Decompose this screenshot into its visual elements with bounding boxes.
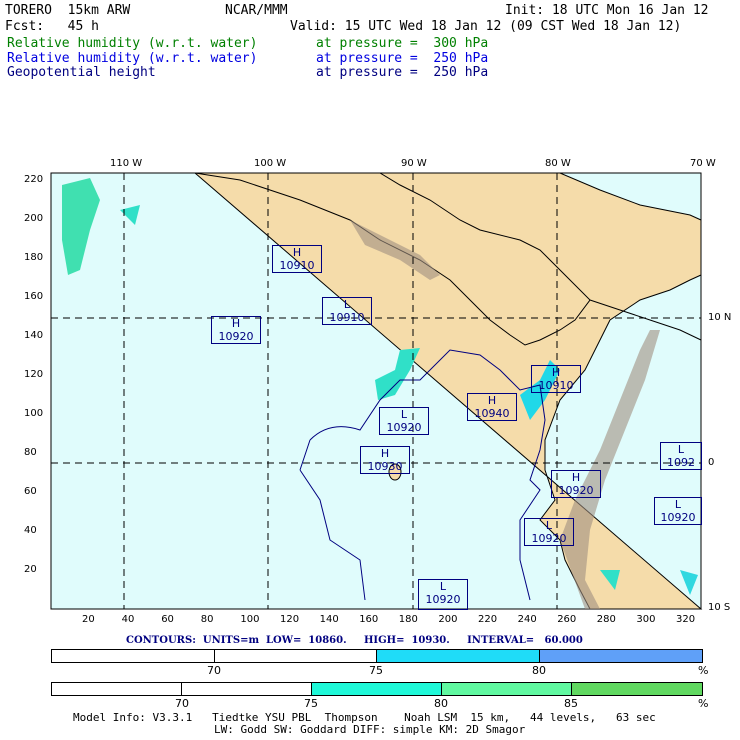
x-tick-label: 40	[121, 614, 135, 625]
rh250-colorbar	[51, 649, 703, 663]
bar-label: 85	[564, 697, 578, 710]
lon-label: 100 W	[254, 158, 287, 169]
x-tick-label: 200	[438, 614, 458, 625]
center-marker: H 10920	[551, 470, 601, 498]
center-type: L	[400, 408, 408, 421]
center-marker: H 10920	[211, 316, 261, 344]
lon-label: 80 W	[545, 158, 571, 169]
center-marker: L 10910	[322, 297, 372, 325]
x-tick-label: 300	[636, 614, 656, 625]
bar-label: %	[698, 697, 709, 710]
center-value: 10920	[531, 532, 567, 545]
lat-label: 10 S	[708, 602, 731, 613]
center-type: H	[571, 471, 581, 484]
center-value: 10910	[538, 379, 574, 392]
x-tick-label: 140	[319, 614, 339, 625]
bar-label: 70	[207, 664, 221, 677]
map-plot	[50, 172, 703, 610]
x-tick-label: 100	[240, 614, 260, 625]
center-value: 10920	[386, 421, 422, 434]
x-tick-label: 160	[359, 614, 379, 625]
rh300-colorbar	[51, 682, 703, 696]
y-tick-label: 200	[24, 213, 44, 224]
x-tick-label: 20	[82, 614, 95, 625]
y-tick-label: 160	[24, 291, 44, 302]
center-marker: H 10930	[360, 446, 410, 474]
center-value: 10920	[425, 593, 461, 606]
bar-segment	[214, 650, 377, 662]
center-type: L	[677, 443, 685, 456]
bar-segment	[572, 683, 702, 695]
y-tick-label: 100	[24, 408, 44, 419]
y-tick-label: 140	[24, 330, 44, 341]
y-tick-label: 60	[24, 486, 37, 497]
bar-segment	[52, 683, 182, 695]
y-tick-label: 220	[24, 174, 44, 185]
x-tick-label: 240	[517, 614, 537, 625]
center-value: 10920	[660, 511, 696, 524]
bar-label: 75	[369, 664, 383, 677]
y-tick-label: 180	[24, 252, 44, 263]
center-value: 10910	[329, 311, 365, 324]
x-tick-label: 260	[557, 614, 577, 625]
lon-label: 70 W	[690, 158, 716, 169]
center-value: 1092	[667, 456, 695, 469]
bar-label: %	[698, 664, 709, 677]
bar-segment	[312, 683, 442, 695]
x-tick-label: 220	[478, 614, 498, 625]
center-type: H	[231, 317, 241, 330]
y-tick-label: 80	[24, 447, 37, 458]
lon-label: 110 W	[110, 158, 143, 169]
bar-label: 80	[532, 664, 546, 677]
center-marker: H 10910	[531, 365, 581, 393]
center-marker: L 10920	[418, 579, 468, 610]
center-marker: L 1092	[660, 442, 702, 470]
center-value: 10920	[558, 484, 594, 497]
center-type: L	[674, 498, 682, 511]
center-value: 10920	[218, 330, 254, 343]
bar-label: 75	[304, 697, 318, 710]
center-value: 10940	[474, 407, 510, 420]
model-info-line2: LW: Godd SW: Goddard DIFF: simple KM: 2D…	[214, 723, 526, 736]
center-type: H	[487, 394, 497, 407]
bar-label: 80	[434, 697, 448, 710]
center-type: H	[380, 447, 390, 460]
center-value: 10930	[367, 460, 403, 473]
center-type: L	[343, 298, 351, 311]
center-marker: L 10920	[379, 407, 429, 435]
bar-segment	[52, 650, 215, 662]
center-marker: L 10920	[654, 497, 702, 525]
center-value: 10910	[279, 259, 315, 272]
center-marker: H 10910	[272, 245, 322, 273]
x-tick-label: 280	[596, 614, 616, 625]
bar-segment	[182, 683, 312, 695]
bar-segment	[442, 683, 572, 695]
x-tick-label: 320	[676, 614, 696, 625]
lat-label: 10 N	[708, 312, 732, 323]
bar-label: 70	[175, 697, 189, 710]
y-tick-label: 40	[24, 525, 37, 536]
lon-label: 90 W	[401, 158, 427, 169]
center-type: L	[545, 519, 553, 532]
bar-segment	[539, 650, 702, 662]
center-type: L	[439, 580, 447, 593]
center-type: H	[292, 246, 302, 259]
x-tick-label: 80	[200, 614, 214, 625]
x-tick-label: 60	[161, 614, 174, 625]
lat-label: 0	[708, 457, 715, 468]
x-tick-label: 180	[398, 614, 418, 625]
center-marker: H 10940	[467, 393, 517, 421]
y-tick-label: 20	[24, 564, 37, 575]
contour-info: CONTOURS: UNITS=m LOW= 10860. HIGH= 1093…	[126, 635, 583, 646]
center-type: H	[551, 366, 561, 379]
y-tick-label: 120	[24, 369, 44, 380]
bar-segment	[377, 650, 540, 662]
x-tick-label: 120	[280, 614, 300, 625]
center-marker: L 10920	[524, 518, 574, 546]
